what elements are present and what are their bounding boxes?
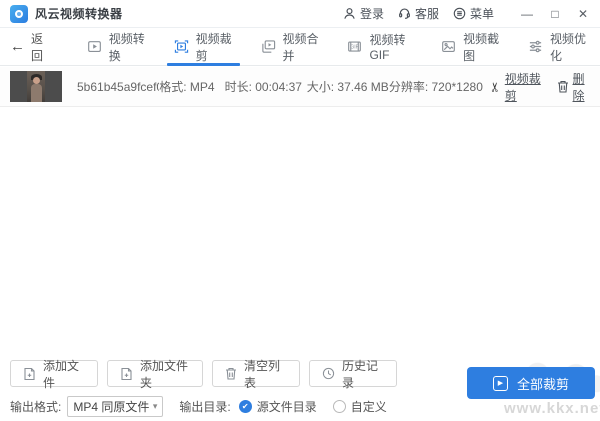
video-merge-icon — [261, 39, 276, 54]
tab-label: 视频转换 — [108, 31, 145, 63]
tab-label: 视频截图 — [463, 31, 500, 63]
tab-label: 视频转GIF — [369, 33, 406, 62]
tab-label: 视频优化 — [550, 31, 587, 63]
folder-plus-icon — [120, 367, 133, 381]
tab-label: 视频合并 — [282, 31, 319, 63]
clear-list-button[interactable]: 清空列表 — [212, 359, 300, 390]
radio-source-directory[interactable]: ✔ 源文件目录 — [238, 398, 317, 415]
minimize-button[interactable]: — — [518, 5, 536, 23]
login-label: 登录 — [359, 7, 384, 21]
output-format-label: 输出格式: — [10, 400, 62, 414]
output-format-value: MP4 同原文件 — [73, 400, 150, 414]
file-row[interactable]: 5b61b45a9fcef0c3... 格式: MP4 时长: 00:04:37… — [0, 67, 600, 107]
tab-video-to-gif[interactable]: GIF 视频转GIF — [344, 28, 416, 65]
output-dir-label: 输出目录: — [179, 400, 231, 414]
video-screenshot-icon — [441, 39, 456, 54]
file-format: 格式: MP4 — [159, 80, 215, 94]
history-button[interactable]: 历史记录 — [309, 359, 397, 390]
support-button[interactable]: 客服 — [398, 5, 439, 22]
add-file-button[interactable]: 添加文件 — [10, 359, 98, 390]
radio-unchecked-icon — [332, 400, 346, 413]
title-bar: 风云视频转换器 登录 客服 菜单 — □ ✕ — [0, 0, 600, 28]
headset-icon — [398, 7, 411, 20]
crop-all-label: 全部裁剪 — [516, 376, 569, 392]
close-button[interactable]: ✕ — [574, 5, 592, 23]
trash-icon — [225, 367, 237, 380]
play-icon: ▶ — [492, 375, 508, 391]
clear-list-label: 清空列表 — [244, 358, 281, 390]
delete-file-label: 删除 — [572, 71, 585, 103]
menu-label: 菜单 — [469, 7, 494, 21]
crop-video-link[interactable]: ✂ 视频裁剪 — [487, 70, 543, 104]
file-plus-icon — [23, 367, 36, 381]
file-duration: 时长: 00:04:37 — [224, 80, 302, 94]
tab-list: 视频转换 视频裁剪 视频合并 GIF 视频转GIF 视频截图 视频优化 — [84, 28, 590, 66]
radio-custom-directory[interactable]: 自定义 — [332, 398, 387, 415]
tab-video-convert[interactable]: 视频转换 — [84, 28, 149, 65]
chevron-down-icon: ▾ — [152, 401, 158, 411]
file-name: 5b61b45a9fcef0c3... — [77, 79, 159, 94]
tab-video-crop[interactable]: 视频裁剪 — [166, 28, 240, 66]
crop-video-label: 视频裁剪 — [504, 71, 541, 103]
app-logo-icon — [10, 4, 28, 23]
video-thumbnail — [10, 71, 62, 102]
radio-custom-label: 自定义 — [350, 400, 387, 414]
tab-label: 视频裁剪 — [195, 31, 232, 63]
clock-icon — [322, 367, 335, 380]
output-format-select[interactable]: MP4 同原文件 ▾ — [67, 396, 164, 417]
file-size: 大小: 37.46 MB — [306, 80, 389, 94]
tab-video-merge[interactable]: 视频合并 — [258, 28, 323, 65]
back-arrow-icon: ← — [10, 38, 25, 55]
add-folder-label: 添加文件夹 — [140, 358, 189, 390]
history-label: 历史记录 — [342, 358, 379, 390]
radio-source-label: 源文件目录 — [256, 400, 317, 414]
scissors-icon: ✂ — [487, 81, 503, 92]
menu-icon — [453, 7, 466, 20]
maximize-button[interactable]: □ — [546, 5, 564, 23]
add-file-label: 添加文件 — [43, 358, 80, 390]
tab-video-screenshot[interactable]: 视频截图 — [438, 28, 503, 65]
app-title: 风云视频转换器 — [35, 7, 123, 21]
radio-checked-icon: ✔ — [238, 400, 252, 413]
support-label: 客服 — [414, 7, 439, 21]
menu-button[interactable]: 菜单 — [453, 5, 494, 22]
user-icon — [343, 7, 356, 20]
video-to-gif-icon: GIF — [347, 39, 362, 54]
login-button[interactable]: 登录 — [343, 5, 384, 22]
file-resolution: 分辨率: 720*1280 — [388, 80, 483, 94]
video-convert-icon — [87, 39, 102, 54]
video-optimize-icon — [528, 39, 543, 54]
watermark-text: www.kkx.net — [504, 400, 600, 417]
nav-bar: ← 返回 视频转换 视频裁剪 视频合并 GIF 视频转GIF 视频截图 视频优化 — [0, 28, 600, 66]
footer-toolbar: 添加文件 添加文件夹 清空列表 历史记录 — [10, 359, 397, 390]
add-folder-button[interactable]: 添加文件夹 — [107, 359, 203, 390]
trash-icon — [557, 80, 569, 93]
crop-all-button[interactable]: ▶ 全部裁剪 — [467, 367, 595, 399]
video-crop-icon — [174, 39, 189, 54]
back-button[interactable]: ← 返回 — [10, 30, 50, 64]
delete-file-link[interactable]: 删除 — [557, 70, 590, 104]
back-label: 返回 — [31, 31, 44, 63]
tab-video-optimize[interactable]: 视频优化 — [525, 28, 590, 65]
svg-text:GIF: GIF — [351, 44, 359, 50]
